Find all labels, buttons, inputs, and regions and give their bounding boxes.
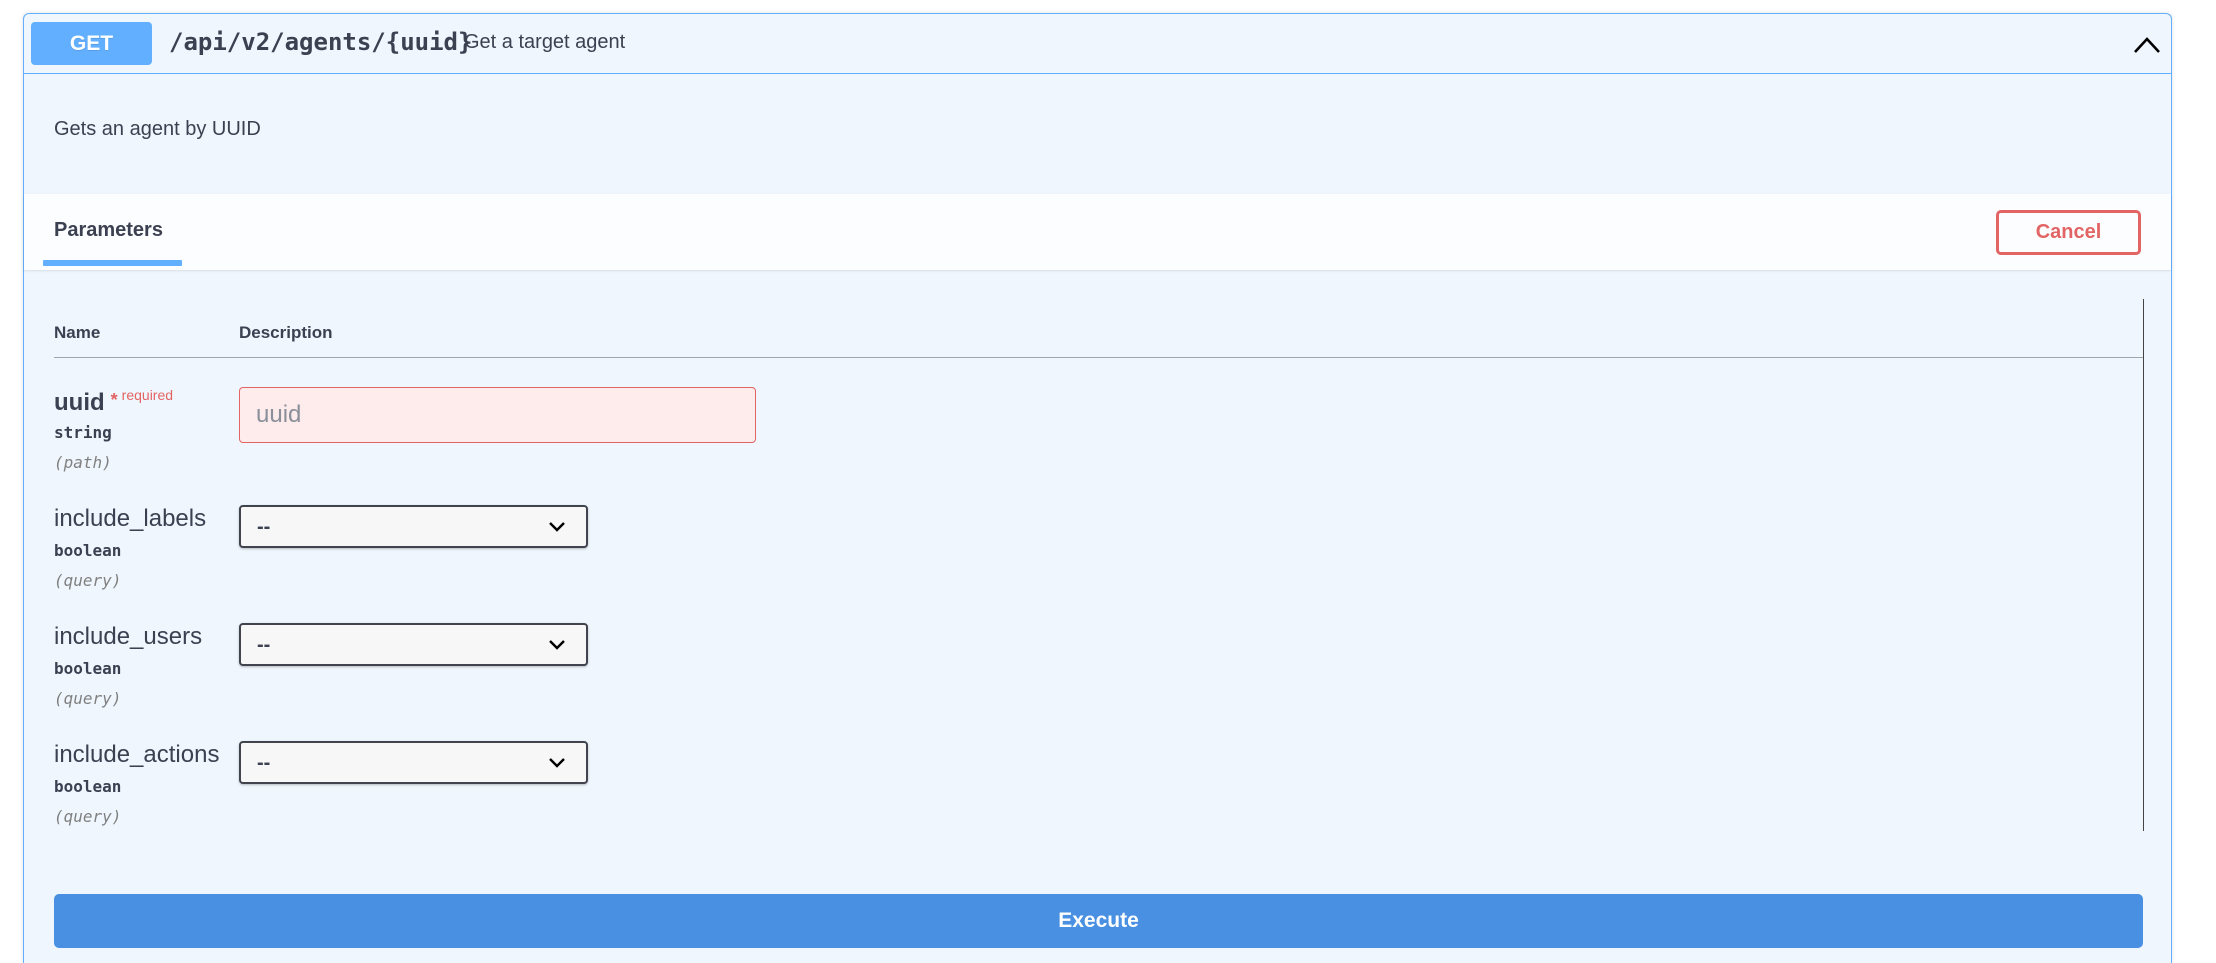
select-value: --	[257, 516, 271, 538]
include-actions-select[interactable]: --	[239, 741, 588, 784]
parameter-row-uuid: uuid * required string (path)	[54, 387, 2143, 497]
operation-summary[interactable]: GET /api/v2/agents/{uuid} Get a target a…	[24, 14, 2171, 74]
parameters-table: Name Description uuid * required string (p…	[54, 299, 2144, 831]
parameter-location: (query)	[54, 689, 122, 708]
select-value: --	[257, 752, 271, 774]
parameter-location: (query)	[54, 807, 122, 826]
header-divider	[54, 357, 2143, 358]
parameter-type: boolean	[54, 541, 122, 560]
operation-block: GET /api/v2/agents/{uuid} Get a target a…	[23, 13, 2172, 963]
chevron-down-icon	[549, 522, 565, 532]
select-value: --	[257, 634, 271, 656]
parameter-name-text: uuid	[54, 389, 105, 416]
http-method-badge: GET	[31, 22, 152, 65]
tab-active-underline	[43, 260, 182, 266]
parameters-section-header: Parameters Cancel	[24, 194, 2171, 270]
column-header-description: Description	[239, 323, 333, 342]
tab-parameters[interactable]: Parameters	[54, 219, 163, 242]
parameter-type: string	[54, 423, 112, 442]
summary-description: Get a target agent	[464, 31, 626, 53]
parameter-name: include_users	[54, 623, 203, 650]
parameter-location: (query)	[54, 571, 122, 590]
parameter-name: include_labels	[54, 505, 207, 532]
parameter-name: uuid * required	[54, 387, 173, 417]
include-users-select[interactable]: --	[239, 623, 588, 666]
endpoint-path: /api/v2/agents/{uuid}	[169, 28, 473, 56]
chevron-down-icon	[549, 758, 565, 768]
chevron-up-icon[interactable]	[2131, 30, 2163, 58]
parameter-row-include-actions: include_actions boolean (query) --	[54, 741, 2143, 851]
cancel-button[interactable]: Cancel	[1996, 210, 2141, 255]
uuid-input[interactable]	[239, 387, 756, 443]
column-header-name: Name	[54, 323, 101, 342]
operation-description: Gets an agent by UUID	[54, 118, 261, 140]
parameter-name: include_actions	[54, 741, 220, 768]
parameter-type: boolean	[54, 659, 122, 678]
required-label: required	[121, 387, 174, 403]
parameter-location: (path)	[54, 453, 112, 472]
chevron-down-icon	[549, 640, 565, 650]
parameter-type: boolean	[54, 777, 122, 796]
parameter-row-include-users: include_users boolean (query) --	[54, 623, 2143, 733]
include-labels-select[interactable]: --	[239, 505, 588, 548]
execute-button[interactable]: Execute	[54, 894, 2143, 948]
required-star: *	[110, 390, 118, 410]
parameter-row-include-labels: include_labels boolean (query) --	[54, 505, 2143, 615]
